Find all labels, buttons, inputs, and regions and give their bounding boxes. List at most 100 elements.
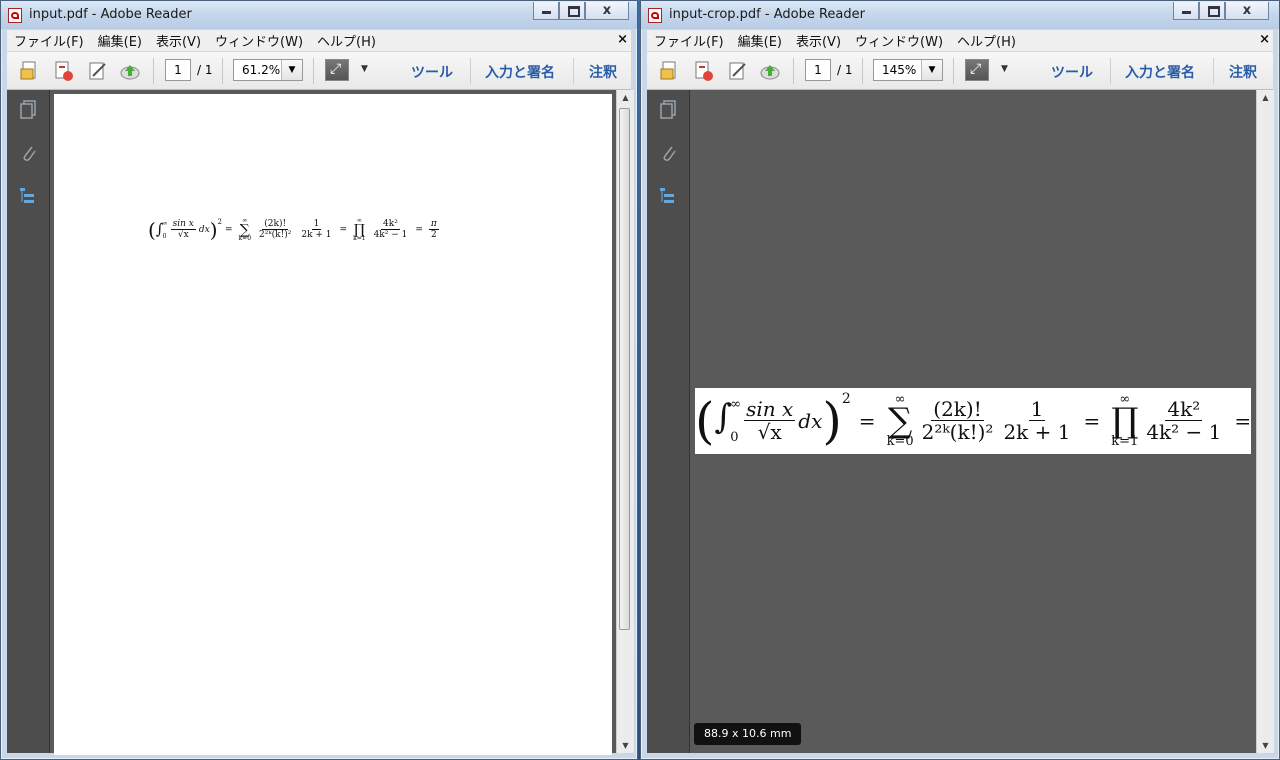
menu-window[interactable]: ウィンドウ(W) — [848, 31, 950, 50]
menu-file[interactable]: ファイル(F) — [647, 31, 731, 50]
menu-view[interactable]: 表示(V) — [789, 31, 848, 50]
zoom-value: 145% — [882, 63, 917, 77]
formula-small: ( ∫ ∞ 0 sin x √x dx ) 2 = ∞ ∑ k=0 (2k)! 2²ᵏ(… — [148, 218, 442, 242]
fraction-sin: sin x √x — [744, 398, 796, 444]
page-size-tooltip: 88.9 x 10.6 mm — [694, 723, 802, 745]
document-close-button[interactable]: × — [1259, 32, 1270, 47]
fit-page-icon[interactable] — [325, 59, 349, 81]
equals-sign: = — [1083, 409, 1101, 433]
menu-file[interactable]: ファイル(F) — [7, 31, 91, 50]
adobe-reader-icon — [648, 8, 662, 23]
integral: ∫ ∞ 0 — [714, 397, 742, 445]
fraction-numerator: 4k² — [381, 218, 400, 231]
menu-edit[interactable]: 編集(E) — [91, 31, 149, 50]
fraction-denominator: 2 — [430, 230, 437, 241]
minimize-button[interactable] — [1173, 2, 1199, 20]
menu-help[interactable]: ヘルプ(H) — [310, 31, 383, 50]
fraction-numerator: 1 — [311, 218, 322, 231]
vertical-scrollbar[interactable]: ▲ ▼ — [1256, 90, 1274, 753]
scroll-up-icon[interactable]: ▲ — [617, 93, 634, 102]
caption-buttons: x — [1173, 2, 1269, 20]
scroll-thumb[interactable] — [619, 108, 630, 630]
document-area: ( ∫ ∞ 0 sin x √x dx ) 2 = ∞ ∑ k=0 (2k)! 2²ᵏ(… — [7, 90, 634, 755]
bookmarks-icon[interactable] — [19, 186, 37, 206]
pages-panel-icon[interactable] — [659, 100, 677, 120]
fit-page-icon[interactable] — [965, 59, 989, 81]
toolbar: 1 / 1 145% ▼ ▼ ツール 入力と署名 注釈 — [647, 52, 1273, 90]
equals-sign: = — [339, 225, 348, 235]
title-bar[interactable]: input-crop.pdf - Adobe Reader x — [641, 1, 1279, 29]
file-open-icon[interactable] — [659, 60, 681, 82]
menu-edit[interactable]: 編集(E) — [731, 31, 789, 50]
fraction-pi: π2 — [428, 218, 439, 241]
close-button[interactable]: x — [585, 2, 629, 20]
maximize-button[interactable] — [1199, 2, 1225, 20]
comment-button[interactable]: 注釈 — [1229, 62, 1257, 82]
close-icon: x — [1242, 3, 1252, 18]
scroll-down-icon[interactable]: ▼ — [617, 741, 634, 750]
toolbar-separator — [793, 58, 794, 84]
comment-button[interactable]: 注釈 — [589, 62, 617, 82]
formula-large: ( ∫ ∞ 0 sin x √x dx ) 2 = ∞ ∑ k=0 (2k)! 2²ᵏ(… — [695, 389, 1251, 453]
vertical-scrollbar[interactable]: ▲ ▼ — [616, 90, 634, 753]
more-tools-dropdown-icon[interactable]: ▼ — [1001, 64, 1008, 74]
document-close-button[interactable]: × — [617, 32, 628, 47]
chevron-down-icon[interactable]: ▼ — [281, 60, 302, 80]
page-number-input[interactable]: 1 — [805, 59, 831, 81]
menu-view[interactable]: 表示(V) — [149, 31, 208, 50]
chevron-down-icon[interactable]: ▼ — [921, 60, 942, 80]
fraction-wallis: 4k² 4k² − 1 — [1144, 398, 1223, 444]
upper-limit: ∞ — [730, 397, 742, 412]
product-lower: k=1 — [353, 235, 366, 243]
menu-help[interactable]: ヘルプ(H) — [950, 31, 1023, 50]
zoom-select[interactable]: 61.2% ▼ — [233, 59, 303, 81]
fraction-factorial: (2k)! 2²ᵏ(k!)² — [920, 398, 996, 444]
scroll-down-icon[interactable]: ▼ — [1257, 741, 1274, 750]
fraction-denominator: 2²ᵏ(k!)² — [921, 419, 994, 444]
edit-icon[interactable] — [727, 60, 749, 82]
pdf-page-cropped: ( ∫ ∞ 0 sin x √x dx ) 2 = ∞ ∑ k=0 (2k)! 2²ᵏ(… — [695, 388, 1251, 454]
adobe-reader-icon — [8, 8, 22, 23]
differential: dx — [198, 225, 210, 235]
edit-icon[interactable] — [87, 60, 109, 82]
maximize-button[interactable] — [559, 2, 585, 20]
sum-operator: ∞ ∑ k=0 — [238, 217, 252, 243]
file-open-icon[interactable] — [19, 60, 41, 82]
fraction-numerator: π — [428, 218, 439, 231]
equals-sign: = — [1234, 409, 1251, 433]
fraction-denominator: √x — [177, 230, 189, 241]
fraction-numerator: sin x — [170, 218, 196, 231]
cloud-upload-icon[interactable] — [119, 60, 141, 82]
create-pdf-icon[interactable] — [53, 60, 75, 82]
fraction-numerator: 1 — [1028, 396, 1046, 421]
more-tools-dropdown-icon[interactable]: ▼ — [361, 64, 368, 74]
fraction-denominator: 4k² − 1 — [1146, 419, 1222, 444]
sum-operator: ∞ ∑ k=0 — [886, 392, 914, 450]
window-title: input.pdf - Adobe Reader — [29, 7, 192, 22]
close-icon: x — [602, 3, 612, 18]
right-paren: ) — [209, 218, 218, 242]
tools-button[interactable]: ツール — [411, 62, 453, 82]
attachment-icon[interactable] — [19, 143, 37, 163]
minimize-button[interactable] — [533, 2, 559, 20]
title-bar[interactable]: input.pdf - Adobe Reader x — [1, 1, 637, 29]
zoom-select[interactable]: 145% ▼ — [873, 59, 943, 81]
page-number-input[interactable]: 1 — [165, 59, 191, 81]
create-pdf-icon[interactable] — [693, 60, 715, 82]
pages-panel-icon[interactable] — [19, 100, 37, 120]
attachment-icon[interactable] — [659, 143, 677, 163]
bookmarks-icon[interactable] — [659, 186, 677, 206]
tools-button[interactable]: ツール — [1051, 62, 1093, 82]
toolbar-separator — [153, 58, 154, 84]
menu-window[interactable]: ウィンドウ(W) — [208, 31, 310, 50]
cloud-upload-icon[interactable] — [759, 60, 781, 82]
lower-limit: 0 — [730, 430, 739, 445]
fill-sign-button[interactable]: 入力と署名 — [485, 62, 555, 82]
toolbar: 1 / 1 61.2% ▼ ▼ ツール 入力と署名 注釈 — [7, 52, 631, 90]
scroll-up-icon[interactable]: ▲ — [1257, 93, 1274, 102]
fill-sign-button[interactable]: 入力と署名 — [1125, 62, 1195, 82]
page-total: / 1 — [197, 63, 213, 77]
menu-bar: ファイル(F) 編集(E) 表示(V) ウィンドウ(W) ヘルプ(H) × — [647, 30, 1273, 52]
close-button[interactable]: x — [1225, 2, 1269, 20]
equals-sign: = — [858, 409, 876, 433]
